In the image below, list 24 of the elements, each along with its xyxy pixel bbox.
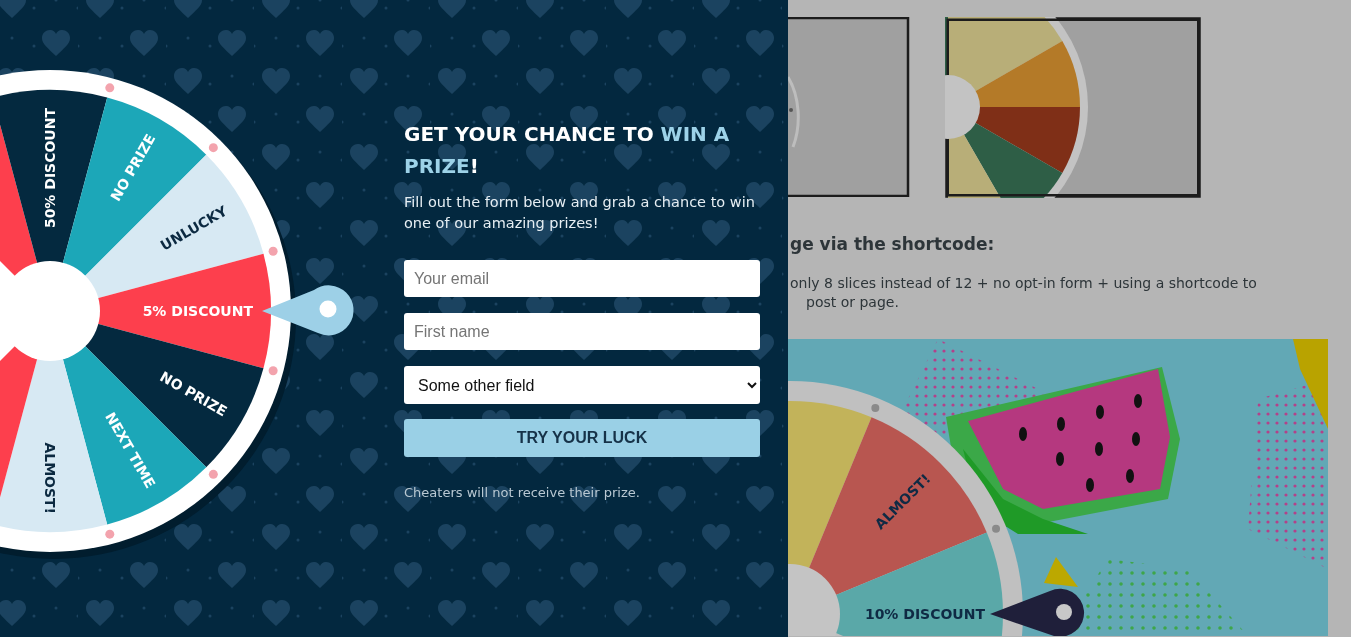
section-heading: ge via the shortcode: — [789, 233, 996, 256]
input-field[interactable]: First name — [404, 313, 760, 350]
dropdown-field[interactable]: Some other field — [404, 366, 760, 404]
paragraph-line: only 8 slices instead of 12 + no opt-in form + using a shortcode to — [789, 273, 1258, 293]
slice-label: 5% DISCOUNT — [142, 303, 253, 319]
disclaimer-text: Cheaters will not receive their prize. — [404, 484, 641, 502]
pointer-icon — [262, 285, 354, 336]
paragraph-line: post or page. — [805, 292, 900, 312]
rim-dot-icon — [208, 469, 218, 479]
rim-dot-icon — [208, 143, 218, 153]
form-title: GET YOUR CHANCE TO WIN A PRIZE! — [404, 121, 731, 180]
slice-label: 50% DISCOUNT — [42, 108, 58, 229]
slice-label: ALMOST! — [42, 442, 58, 514]
try-luck-button[interactable]: TRY YOUR LUCK — [404, 419, 760, 457]
rim-dot-icon — [268, 366, 278, 376]
input-field[interactable]: Your email — [404, 260, 760, 297]
rim-dot-icon — [268, 246, 278, 256]
rim-dot-icon — [992, 524, 1001, 533]
rim-dot-icon — [105, 83, 115, 93]
slice-label: 10% DISCOUNT — [864, 605, 985, 622]
rim-dot-icon — [871, 403, 880, 412]
rim-dot-icon — [105, 529, 115, 539]
form-subtitle: Fill out the form below and grab a chance to win one of our amazing prizes! — [404, 193, 756, 233]
pointer-icon — [990, 588, 1085, 636]
